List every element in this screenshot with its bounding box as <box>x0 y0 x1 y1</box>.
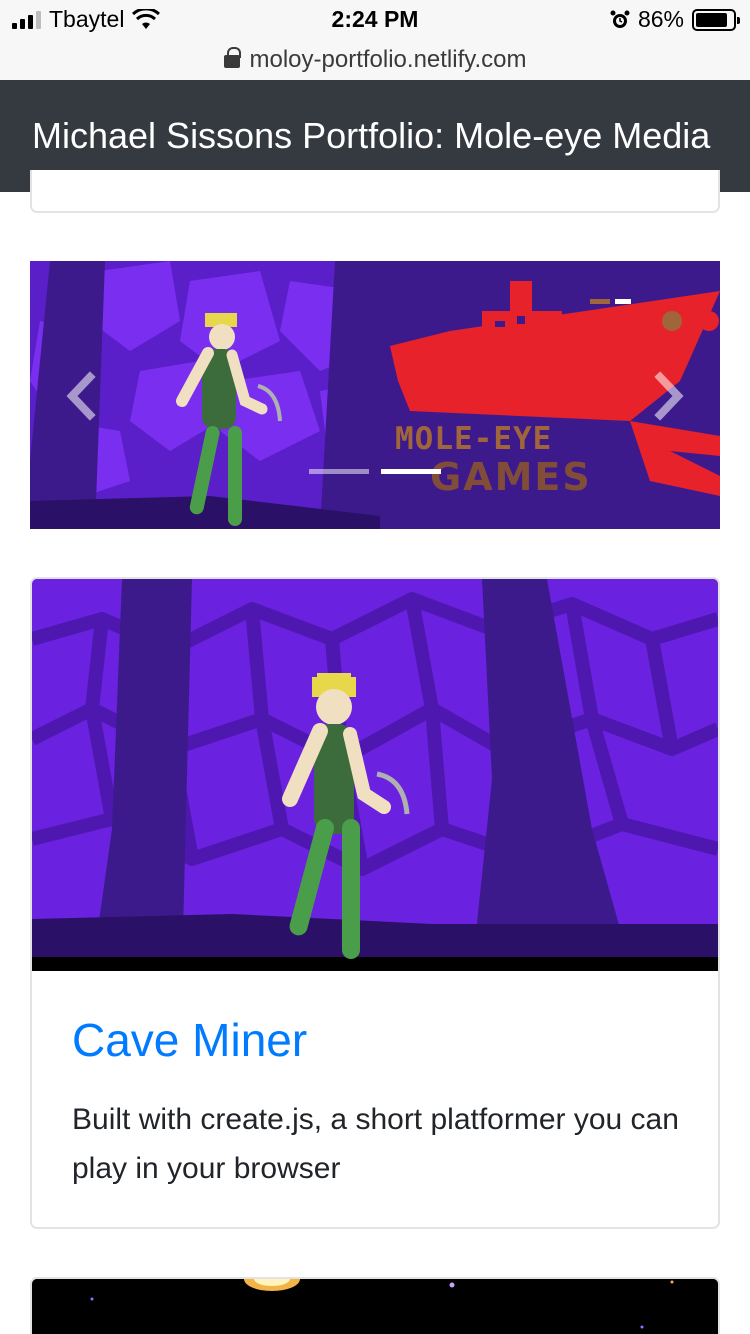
carousel-indicator[interactable] <box>309 469 369 474</box>
battery-icon <box>692 8 740 31</box>
status-right: 86% <box>610 6 740 33</box>
games-carousel[interactable]: MOLE-EYE GAMES <box>30 261 720 529</box>
carousel-slide-image <box>30 261 720 529</box>
project-description: Built with create.js, a short platformer… <box>72 1103 679 1185</box>
project-card: Cave Miner Built with create.js, a short… <box>30 577 720 1229</box>
chevron-left-icon <box>66 371 96 421</box>
url-text[interactable]: moloy-portfolio.netlify.com <box>250 46 527 74</box>
project-card-image[interactable] <box>32 579 718 971</box>
project-title-link[interactable]: Cave Miner <box>72 1013 307 1067</box>
battery-level <box>696 12 727 27</box>
address-bar[interactable]: moloy-portfolio.netlify.com <box>0 40 750 80</box>
alarm-icon <box>610 10 630 28</box>
cave-miner-screenshot <box>32 579 718 971</box>
carousel-indicator[interactable] <box>381 469 441 474</box>
lock-icon <box>223 46 241 71</box>
logo-games-text: GAMES <box>430 455 592 499</box>
chevron-right-icon <box>654 371 684 421</box>
logo-mole-eye-text: MOLE-EYE <box>395 421 553 457</box>
battery-percent: 86% <box>637 6 684 32</box>
previous-card <box>30 170 720 213</box>
carousel-indicators <box>30 469 720 474</box>
next-project-card <box>30 1277 720 1334</box>
carousel-next-button[interactable] <box>638 361 698 431</box>
space-game-screenshot <box>32 1279 718 1334</box>
status-bar: Tbaytel 2:24 PM 86% <box>0 0 750 40</box>
navbar-brand[interactable]: Michael Sissons Portfolio: Mole-eye Medi… <box>32 115 710 157</box>
next-project-image[interactable] <box>32 1279 718 1334</box>
carousel-prev-button[interactable] <box>52 361 112 431</box>
